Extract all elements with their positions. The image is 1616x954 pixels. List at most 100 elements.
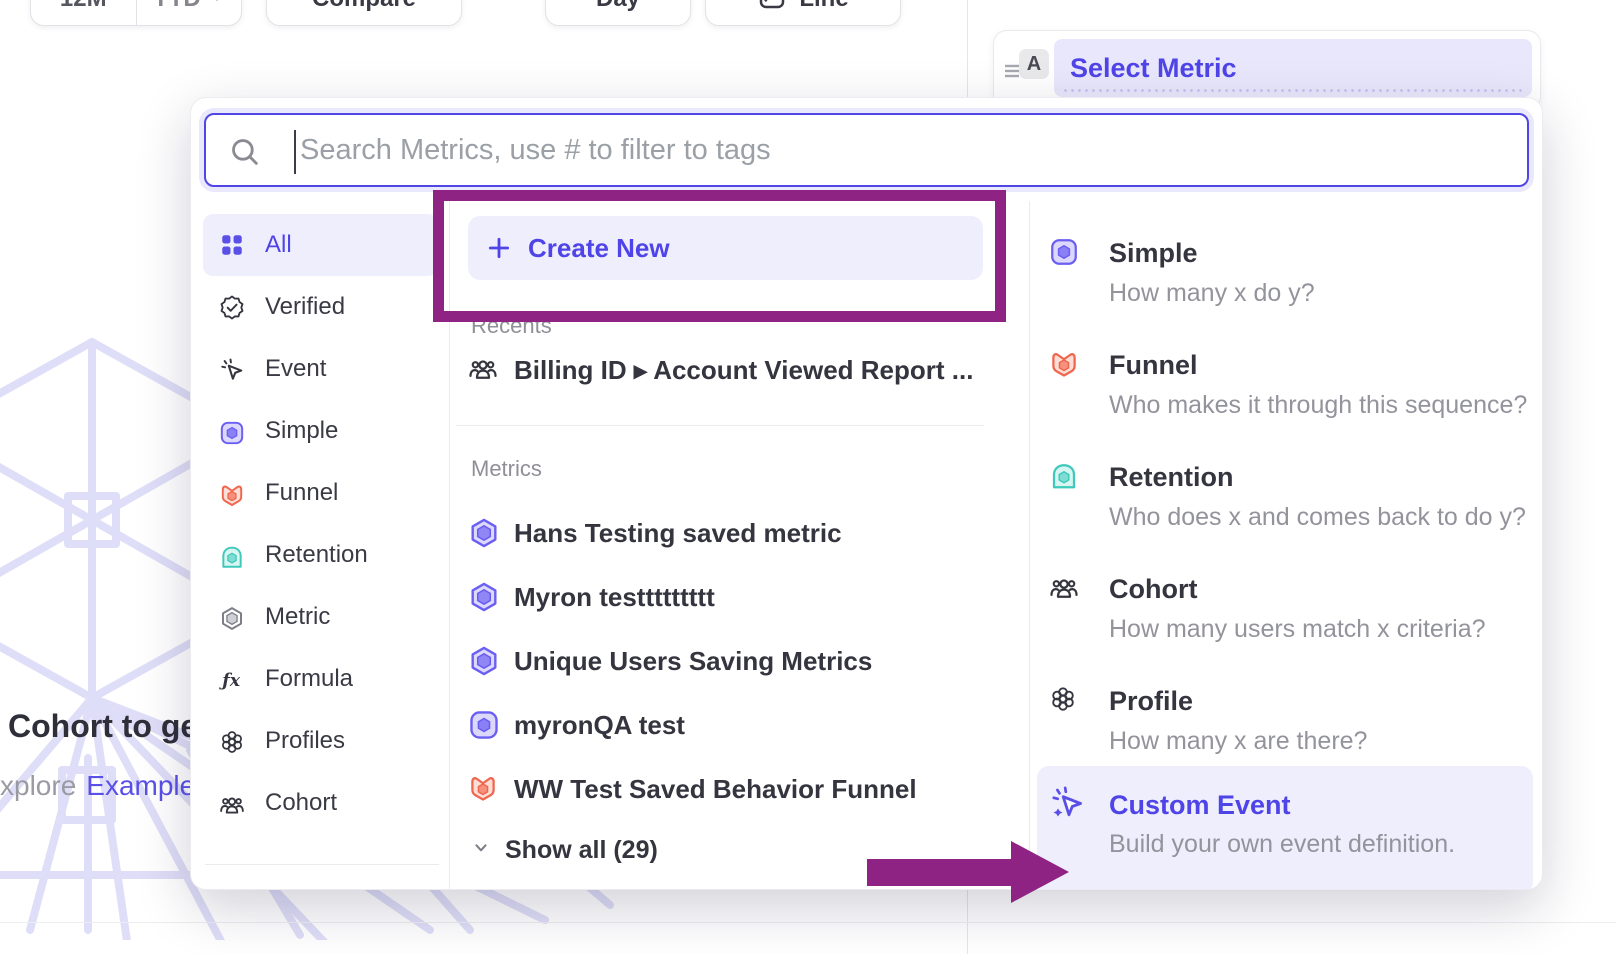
explore-hint-prefix: xplore xyxy=(0,770,76,801)
category-label: Formula xyxy=(265,665,353,693)
metric-type-custom-event[interactable]: Custom Event Build your own event defini… xyxy=(1037,766,1533,890)
metric-type-title: Simple xyxy=(1109,238,1198,269)
metric-type-simple[interactable]: Simple How many x do y? xyxy=(1037,233,1533,333)
line-chart-icon xyxy=(757,0,787,18)
metric-type-desc: How many users match x criteria? xyxy=(1109,615,1486,644)
category-label: Cohort xyxy=(265,789,337,817)
onboarding-headline-fragment: Cohort to ge xyxy=(8,708,198,745)
create-new-button[interactable]: Create New xyxy=(468,216,983,280)
metric-type-cohort[interactable]: Cohort How many users match x criteria? xyxy=(1037,569,1533,669)
metric-type-title: Custom Event xyxy=(1109,790,1291,821)
metric-item-label: myronQA test xyxy=(514,710,685,741)
range-12m-button[interactable]: 12M xyxy=(31,0,136,25)
cohort-icon xyxy=(219,790,245,816)
category-item-cohort[interactable]: Cohort xyxy=(203,772,438,834)
chart-type-line-button[interactable]: Line xyxy=(705,0,901,26)
search-icon xyxy=(228,135,262,174)
metric-type-retention[interactable]: Retention Who does x and comes back to d… xyxy=(1037,457,1533,557)
metric-item[interactable]: Unique Users Saving Metrics xyxy=(468,637,988,685)
simple-metric-icon xyxy=(1049,237,1085,273)
metric-item-label: Myron testtttttttt xyxy=(514,582,715,613)
category-item-tags[interactable]: Tags xyxy=(203,878,438,890)
chevron-down-icon xyxy=(209,0,225,13)
category-item-formula[interactable]: ƒx Formula xyxy=(203,648,438,710)
series-a-badge: A xyxy=(1019,49,1049,79)
saved-board-metric-icon xyxy=(468,709,500,741)
metric-item[interactable]: Hans Testing saved metric xyxy=(468,509,988,557)
custom-event-icon xyxy=(1049,784,1085,820)
search-input[interactable] xyxy=(300,119,1500,181)
select-metric-button[interactable]: Select Metric xyxy=(1054,39,1532,97)
retention-icon xyxy=(219,542,245,568)
metric-type-desc: Who does x and comes back to do y? xyxy=(1109,503,1526,532)
event-cursor-icon xyxy=(219,356,245,382)
recent-item-label: Billing ID ▸ Account Viewed Report ... xyxy=(514,355,973,386)
metric-hexagon-icon xyxy=(219,604,245,630)
metric-type-desc: How many x do y? xyxy=(1109,279,1315,308)
category-label: Simple xyxy=(265,417,338,445)
category-item-retention[interactable]: Retention xyxy=(203,524,438,586)
metric-type-desc: Build your own event definition. xyxy=(1109,830,1455,859)
sidebar-divider xyxy=(449,201,450,890)
metric-item-label: Hans Testing saved metric xyxy=(514,518,842,549)
profiles-icon xyxy=(219,728,245,754)
metric-search-box xyxy=(204,113,1529,187)
svg-text:ƒx: ƒx xyxy=(219,671,241,691)
granularity-day-button[interactable]: Day xyxy=(545,0,691,26)
cohort-icon xyxy=(1049,573,1085,609)
metric-type-desc: Who makes it through this sequence? xyxy=(1109,391,1527,420)
app-root: Cohort to ge xploreExample R 12M YTD Com… xyxy=(0,0,1616,954)
category-label: All xyxy=(265,231,292,259)
category-item-funnel[interactable]: Funnel xyxy=(203,462,438,524)
cohort-icon xyxy=(468,354,500,386)
metric-picker-dropdown: All Verified Event Simple Funnel Retention Met… xyxy=(190,97,1543,890)
category-item-event[interactable]: Event xyxy=(203,338,438,400)
recents-metrics-divider xyxy=(456,425,984,426)
show-all-button[interactable]: Show all (29) xyxy=(471,836,658,865)
range-ytd-button[interactable]: YTD xyxy=(136,0,242,25)
metric-type-funnel[interactable]: Funnel Who makes it through this sequenc… xyxy=(1037,345,1533,445)
category-label: Retention xyxy=(265,541,368,569)
metric-type-title: Funnel xyxy=(1109,350,1198,381)
category-item-simple[interactable]: Simple xyxy=(203,400,438,462)
category-label: Funnel xyxy=(265,479,338,507)
types-divider xyxy=(1029,201,1030,890)
metric-item[interactable]: Myron testtttttttt xyxy=(468,573,988,621)
compare-button[interactable]: Compare xyxy=(266,0,462,26)
saved-metric-hexagon-icon xyxy=(468,517,500,549)
text-caret xyxy=(294,130,296,174)
saved-metric-hexagon-icon xyxy=(468,645,500,677)
funnel-icon xyxy=(1049,349,1085,385)
category-item-all[interactable]: All xyxy=(203,214,438,276)
metric-item-label: Unique Users Saving Metrics xyxy=(514,646,872,677)
formula-icon: ƒx xyxy=(219,666,245,692)
metric-item[interactable]: myronQA test xyxy=(468,701,988,749)
category-label: Event xyxy=(265,355,326,383)
recent-item[interactable]: Billing ID ▸ Account Viewed Report ... xyxy=(468,346,988,394)
category-label: Profiles xyxy=(265,727,345,755)
metric-type-title: Profile xyxy=(1109,686,1193,717)
metric-item-label: WW Test Saved Behavior Funnel xyxy=(514,774,917,805)
category-item-metric[interactable]: Metric xyxy=(203,586,438,648)
category-list-divider xyxy=(205,864,439,865)
plus-icon xyxy=(486,235,512,261)
funnel-icon xyxy=(468,773,500,805)
verified-badge-icon xyxy=(219,294,245,320)
saved-metric-hexagon-icon xyxy=(468,581,500,613)
category-item-verified[interactable]: Verified xyxy=(203,276,438,338)
metrics-section-label: Metrics xyxy=(471,456,542,482)
grid-icon xyxy=(219,232,245,258)
category-label: Verified xyxy=(265,293,345,321)
date-range-segmented-control: 12M YTD xyxy=(30,0,242,26)
metric-type-title: Cohort xyxy=(1109,574,1197,605)
profiles-icon xyxy=(1049,685,1085,721)
recents-section-label: Recents xyxy=(471,313,552,339)
report-footer-divider xyxy=(0,922,1616,923)
chevron-down-icon xyxy=(471,838,491,863)
simple-metric-icon xyxy=(219,418,245,444)
retention-icon xyxy=(1049,461,1085,497)
category-item-profiles[interactable]: Profiles xyxy=(203,710,438,772)
metric-type-desc: How many x are there? xyxy=(1109,727,1367,756)
funnel-icon xyxy=(219,480,245,506)
metric-item[interactable]: WW Test Saved Behavior Funnel xyxy=(468,765,988,813)
